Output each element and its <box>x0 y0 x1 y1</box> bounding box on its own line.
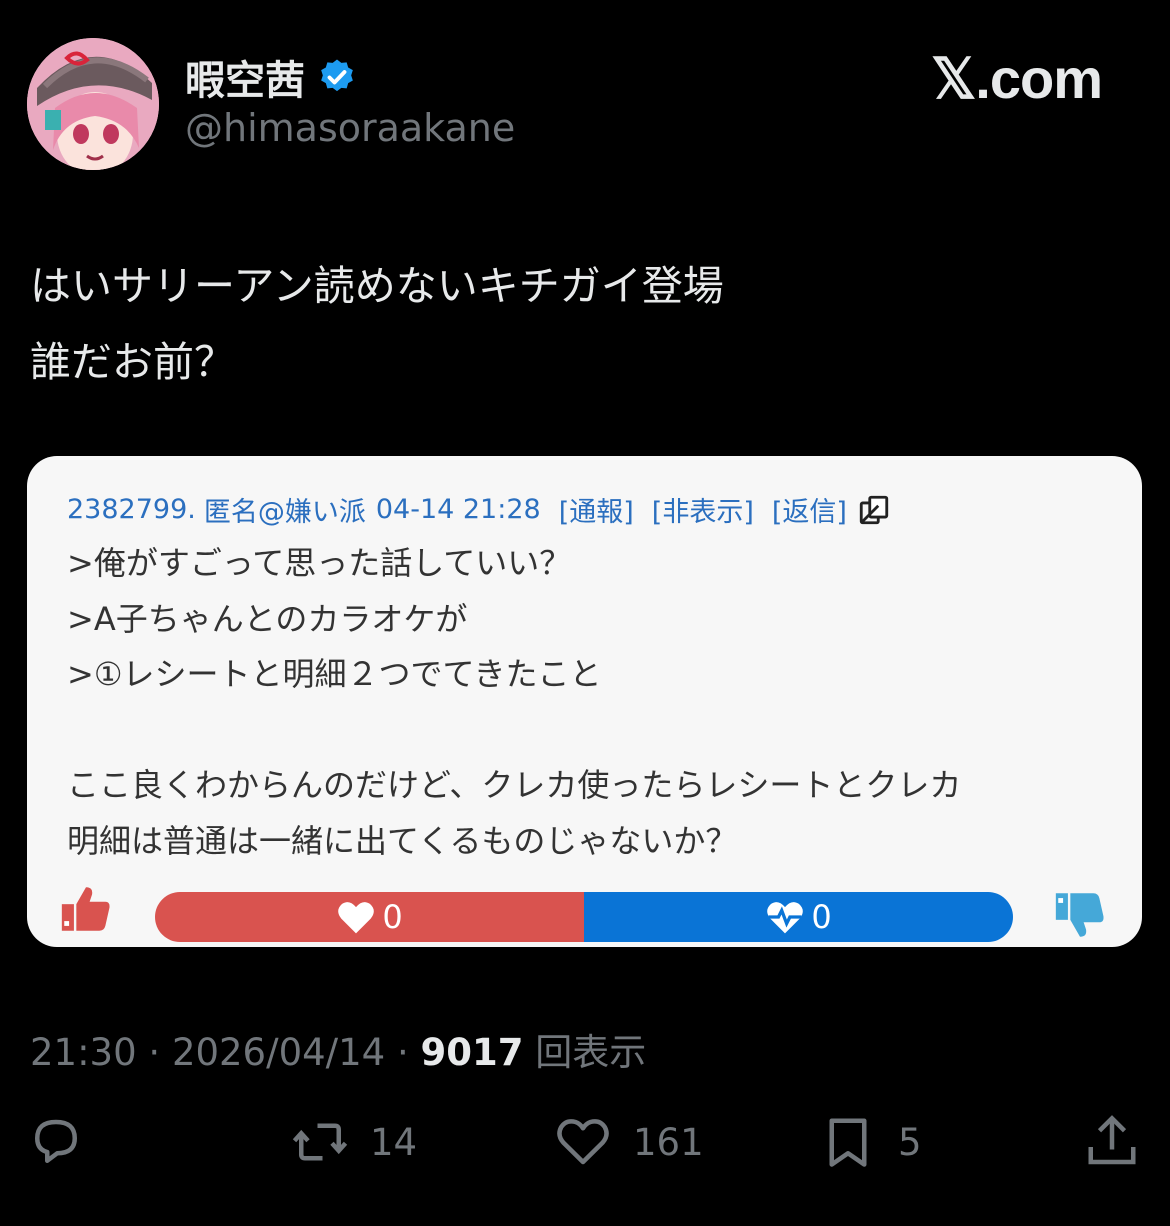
tweet-date: 2026/04/14 <box>171 1031 386 1074</box>
retweet-button[interactable]: 14 <box>290 1112 417 1172</box>
bookmark-icon <box>829 1118 867 1167</box>
user-handle[interactable]: @himasoraakane <box>185 106 515 150</box>
anime-girl-avatar-icon <box>27 38 159 170</box>
reply-link[interactable]: [返信] <box>772 490 847 529</box>
verified-badge-icon <box>321 59 353 92</box>
heart-icon <box>338 902 375 934</box>
post-datetime: 04-14 21:28 <box>375 494 541 525</box>
dislike-count: 0 <box>811 898 832 936</box>
tweet-time: 21:30 <box>30 1031 137 1074</box>
thumbs-down-icon[interactable] <box>1051 886 1109 944</box>
bookmark-count: 5 <box>898 1120 922 1164</box>
copy-icon[interactable] <box>857 493 891 527</box>
avatar[interactable] <box>27 38 159 170</box>
thumbs-up-icon[interactable] <box>57 880 115 938</box>
post-number: 2382799. <box>67 494 196 525</box>
action-bar: 14 161 5 <box>0 1112 1170 1182</box>
like-vote-button[interactable]: 0 <box>155 892 584 942</box>
post-body: >俺がすごって思った話していい？ >A子ちゃんとのカラオケが >①レシートと明細… <box>67 544 962 860</box>
heart-icon <box>557 1119 609 1165</box>
post-meta: 2382799. 匿名@嫌い派 04-14 21:28 [通報] [非表示] [… <box>67 490 891 529</box>
like-button[interactable]: 161 <box>553 1112 704 1172</box>
reply-icon <box>35 1119 77 1163</box>
report-link[interactable]: [通報] <box>559 490 634 529</box>
views-count: 9017 <box>420 1031 524 1074</box>
hide-link[interactable]: [非表示] <box>652 490 754 529</box>
embedded-post-card: 2382799. 匿名@嫌い派 04-14 21:28 [通報] [非表示] [… <box>27 456 1142 947</box>
tweet-text: はいサリーアン読めないキチガイ登場 誰だお前？ <box>30 262 724 386</box>
heartbeat-icon <box>767 902 804 934</box>
tweet-timestamp: 21:30 · 2026/04/14 · 9017 回表示 <box>30 1031 647 1074</box>
reply-button[interactable] <box>26 1112 86 1172</box>
x-com-logo: 𝕏.com <box>931 47 1103 110</box>
like-count: 0 <box>382 898 403 936</box>
vote-bar: 0 0 <box>155 892 1013 942</box>
bookmark-button[interactable]: 5 <box>818 1112 922 1172</box>
like-count: 161 <box>633 1120 704 1164</box>
retweet-icon <box>292 1123 348 1161</box>
retweet-count: 14 <box>370 1120 418 1164</box>
display-name[interactable]: 暇空茜 <box>185 48 357 106</box>
share-button[interactable] <box>1082 1112 1142 1172</box>
dislike-vote-button[interactable]: 0 <box>584 892 1013 942</box>
views-label: 回表示 <box>535 1031 647 1074</box>
share-icon <box>1088 1115 1136 1165</box>
post-author: 匿名@嫌い派 <box>203 497 366 528</box>
